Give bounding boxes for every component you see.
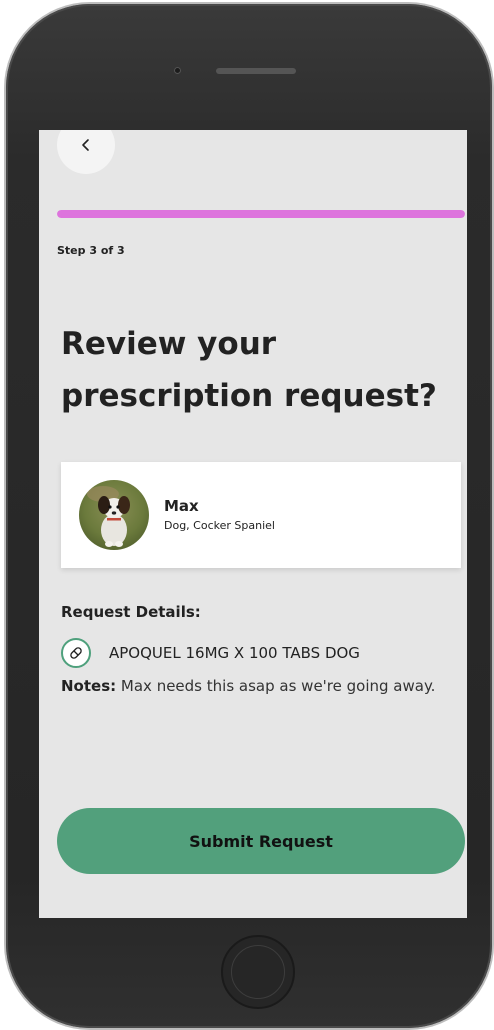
request-notes: Notes: Max needs this asap as we're goin… bbox=[61, 672, 461, 701]
pet-name: Max bbox=[164, 497, 199, 515]
medication-name: APOQUEL 16MG X 100 TABS DOG bbox=[109, 644, 360, 662]
request-details-heading: Request Details: bbox=[61, 603, 201, 621]
step-indicator: Step 3 of 3 bbox=[57, 244, 125, 257]
pet-card: Max Dog, Cocker Spaniel bbox=[61, 462, 461, 568]
back-button[interactable] bbox=[57, 130, 115, 174]
progress-bar-fill bbox=[57, 210, 465, 218]
phone-frame: Step 3 of 3 Review your prescription req… bbox=[6, 4, 492, 1028]
submit-request-button[interactable]: Submit Request bbox=[57, 808, 465, 874]
notes-text: Max needs this asap as we're going away. bbox=[120, 677, 436, 695]
front-camera bbox=[174, 67, 181, 74]
page-title: Review your prescription request? bbox=[61, 326, 437, 414]
notes-label: Notes: bbox=[61, 677, 117, 695]
pet-breed: Dog, Cocker Spaniel bbox=[164, 519, 275, 532]
app-screen: Step 3 of 3 Review your prescription req… bbox=[39, 130, 467, 918]
progress-bar bbox=[57, 210, 465, 218]
medication-row: APOQUEL 16MG X 100 TABS DOG bbox=[61, 636, 360, 670]
pet-avatar bbox=[79, 480, 149, 550]
chevron-left-icon bbox=[82, 139, 89, 151]
earpiece-speaker bbox=[216, 68, 296, 74]
pill-icon bbox=[61, 638, 91, 668]
home-button[interactable] bbox=[221, 935, 295, 1009]
